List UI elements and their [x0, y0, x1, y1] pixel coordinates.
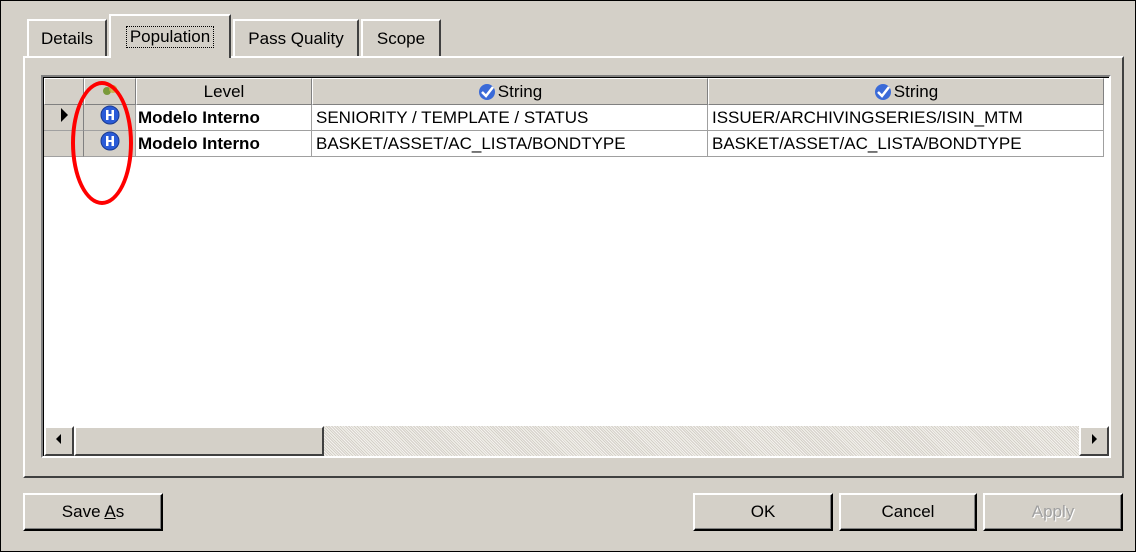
population-grid[interactable]: Level String String Modelo Interno SENIO…	[41, 75, 1111, 458]
header-string-1-label: String	[497, 81, 543, 101]
ok-button[interactable]: OK	[693, 493, 833, 531]
tab-population[interactable]: Population	[109, 14, 231, 58]
tab-scope[interactable]: Scope	[361, 19, 441, 57]
row-string-1-cell[interactable]: SENIORITY / TEMPLATE / STATUS	[312, 105, 708, 131]
info-icon	[100, 105, 120, 130]
apply-button: Apply	[983, 493, 1123, 531]
header-level-label: Level	[203, 81, 245, 101]
header-level[interactable]: Level	[136, 78, 312, 105]
info-icon	[100, 131, 120, 156]
scroll-thumb[interactable]	[74, 426, 324, 456]
header-string-1[interactable]: String	[312, 78, 708, 105]
scroll-left-button[interactable]	[44, 426, 74, 456]
arrow-left-icon	[55, 432, 63, 450]
row-string-1-cell[interactable]: BASKET/ASSET/AC_LISTA/BONDTYPE	[312, 131, 708, 157]
row-string-2-cell[interactable]: BASKET/ASSET/AC_LISTA/BONDTYPE	[708, 131, 1104, 157]
scroll-right-button[interactable]	[1079, 426, 1109, 456]
check-icon	[478, 83, 496, 101]
ok-label: OK	[750, 502, 776, 521]
header-string-2[interactable]: String	[708, 78, 1104, 105]
tab-details[interactable]: Details	[27, 19, 107, 57]
row-indicator[interactable]	[44, 105, 84, 131]
row-indicator[interactable]	[44, 131, 84, 157]
dialog-window: Details Population Pass Quality Scope Le…	[0, 0, 1136, 552]
row-string-2-cell[interactable]: ISSUER/ARCHIVINGSERIES/ISIN_MTM	[708, 105, 1104, 131]
scroll-track[interactable]	[324, 426, 1079, 456]
row-icon-cell[interactable]	[84, 131, 136, 157]
cancel-button[interactable]: Cancel	[839, 493, 977, 531]
header-string-2-label: String	[893, 81, 939, 101]
header-corner	[44, 78, 84, 105]
cancel-label: Cancel	[881, 502, 935, 521]
visibility-icon	[101, 82, 119, 102]
tab-pass-quality-label: Pass Quality	[248, 29, 344, 48]
row-icon-cell[interactable]	[84, 105, 136, 131]
tab-pass-quality[interactable]: Pass Quality	[233, 19, 359, 57]
tab-details-label: Details	[41, 29, 93, 48]
row-level-cell[interactable]: Modelo Interno	[136, 105, 312, 131]
horizontal-scrollbar[interactable]	[44, 426, 1109, 456]
current-row-arrow-icon	[59, 107, 69, 128]
tab-scope-label: Scope	[376, 29, 426, 48]
apply-label: Apply	[1031, 502, 1075, 521]
tab-population-label: Population	[125, 26, 215, 48]
save-as-button[interactable]: Save As	[23, 493, 163, 531]
check-icon	[874, 83, 892, 101]
header-icon-column[interactable]	[84, 78, 136, 105]
arrow-right-icon	[1090, 432, 1098, 450]
save-as-label: Save As	[61, 502, 125, 521]
row-level-cell[interactable]: Modelo Interno	[136, 131, 312, 157]
